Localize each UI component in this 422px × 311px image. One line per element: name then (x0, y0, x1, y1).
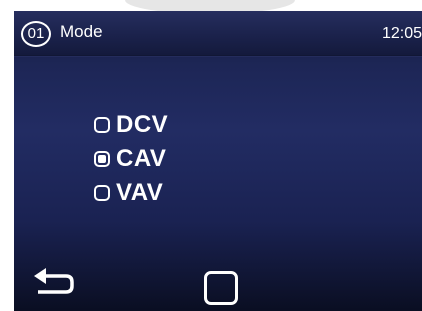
page-title: Mode (60, 22, 103, 41)
home-button[interactable] (204, 271, 238, 305)
mode-option-label: VAV (116, 179, 164, 206)
clock: 12:05 (381, 25, 422, 42)
mode-option-vav[interactable]: VAV (94, 176, 168, 210)
radio-checked-icon[interactable] (94, 151, 110, 167)
mode-options-list: DCV CAV VAV (94, 108, 168, 210)
mode-option-cav[interactable]: CAV (94, 142, 168, 176)
radio-unchecked-icon[interactable] (94, 117, 110, 133)
mode-option-label: CAV (116, 145, 167, 172)
screen-number-badge: 01 (21, 21, 51, 47)
radio-unchecked-icon[interactable] (94, 185, 110, 201)
return-arrow-icon (34, 268, 74, 294)
mode-option-dcv[interactable]: DCV (94, 108, 168, 142)
back-button[interactable] (32, 267, 76, 295)
header-divider (14, 55, 422, 57)
mode-option-label: DCV (116, 111, 169, 138)
header-bar: 01 Mode 12:05 (14, 11, 422, 55)
display-screen: 01 Mode 12:05 DCV CAV VAV (14, 11, 422, 311)
